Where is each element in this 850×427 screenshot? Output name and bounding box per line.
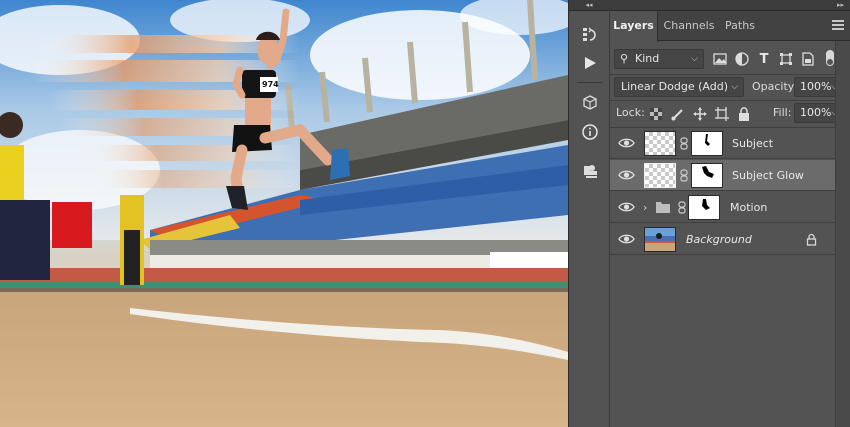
lock-label: Lock: [616,106,645,119]
adjustment-filter-icon[interactable] [734,51,750,67]
layer-row-background[interactable]: Background [610,224,835,255]
history-icon[interactable] [579,24,601,46]
filter-kind-select[interactable]: ⚲ Kind ⌵ [614,49,704,69]
layer-mask-thumbnail[interactable] [688,195,720,220]
folder-icon [655,200,671,217]
panel-tabs: Layers Channels Paths [610,11,850,42]
layer-row-subject-glow[interactable]: Subject Glow [610,160,835,191]
layer-row-motion[interactable]: › Motion [610,192,835,223]
dock-collapse-bar[interactable]: ◂◂ [569,0,609,11]
info-icon[interactable] [579,121,601,143]
layer-thumbnail[interactable] [644,131,676,156]
layers-panel: ▸▸ Layers Channels Paths ⚲ Kind ⌵ T Line… [610,0,850,427]
stamp-icon[interactable] [579,161,601,183]
shape-filter-icon[interactable] [778,51,794,67]
eye-icon[interactable] [618,231,635,247]
chevron-down-icon: ⌵ [691,54,698,64]
layer-mask-thumbnail[interactable] [691,163,723,188]
link-icon[interactable] [680,169,688,182]
lock-position-icon[interactable] [692,106,708,122]
tab-channels[interactable]: Channels [660,11,718,41]
divider [610,100,850,101]
layer-name[interactable]: Subject [732,128,773,159]
chevron-right-icon[interactable]: › [643,192,647,223]
bib-number: 974 [262,80,279,89]
layer-mask-thumbnail[interactable] [691,131,723,156]
lock-transparent-pixels-icon[interactable] [648,106,664,122]
3d-icon[interactable] [579,92,601,114]
search-icon: ⚲ [620,52,629,65]
play-icon[interactable] [579,52,601,74]
layer-thumbnail[interactable] [644,227,676,252]
layer-name[interactable]: Subject Glow [732,160,804,191]
image-filter-icon[interactable] [712,51,728,67]
blend-mode-select[interactable]: Linear Dodge (Add) ⌵ [614,77,744,97]
tab-paths[interactable]: Paths [718,11,762,41]
opacity-value: 100% [800,80,832,93]
lock-artboard-icon[interactable] [714,106,730,122]
link-icon[interactable] [678,201,686,214]
layer-name[interactable]: Background [686,224,752,255]
eye-icon[interactable] [618,135,635,151]
chevron-down-icon: ⌵ [731,82,738,92]
layer-thumbnail[interactable] [644,163,676,188]
photo-composite [0,0,568,427]
blend-mode-value: Linear Dodge (Add) [621,80,728,93]
lock-image-pixels-icon[interactable] [670,106,686,122]
type-filter-icon[interactable]: T [756,51,772,67]
layers-scrollbar[interactable] [835,41,850,427]
link-icon[interactable] [680,137,688,150]
eye-icon[interactable] [618,199,635,215]
tab-layers[interactable]: Layers [610,11,658,42]
layer-row-subject[interactable]: Subject [610,128,835,159]
lock-row: Lock: Fill: 100% ⌵ [610,102,850,126]
blend-row: Linear Dodge (Add) ⌵ Opacity: 100% ⌵ [610,75,850,99]
lock-all-icon[interactable] [736,106,752,122]
filter-kind-label: Kind [635,52,660,65]
panel-menu-icon[interactable] [832,20,844,32]
fill-label: Fill: [773,106,792,119]
lock-icon [806,233,817,249]
opacity-label: Opacity: [752,80,798,93]
panel-collapse-bar[interactable]: ▸▸ [610,0,850,11]
toolstrip-divider [577,82,603,83]
panel-dock-toolstrip: ◂◂ [568,0,610,427]
document-canvas[interactable]: 974 [0,0,568,427]
filter-row: ⚲ Kind ⌵ T [610,46,850,72]
layer-name[interactable]: Motion [730,192,767,223]
eye-icon[interactable] [618,167,635,183]
fill-value: 100% [800,106,832,119]
smart-object-filter-icon[interactable] [800,51,816,67]
